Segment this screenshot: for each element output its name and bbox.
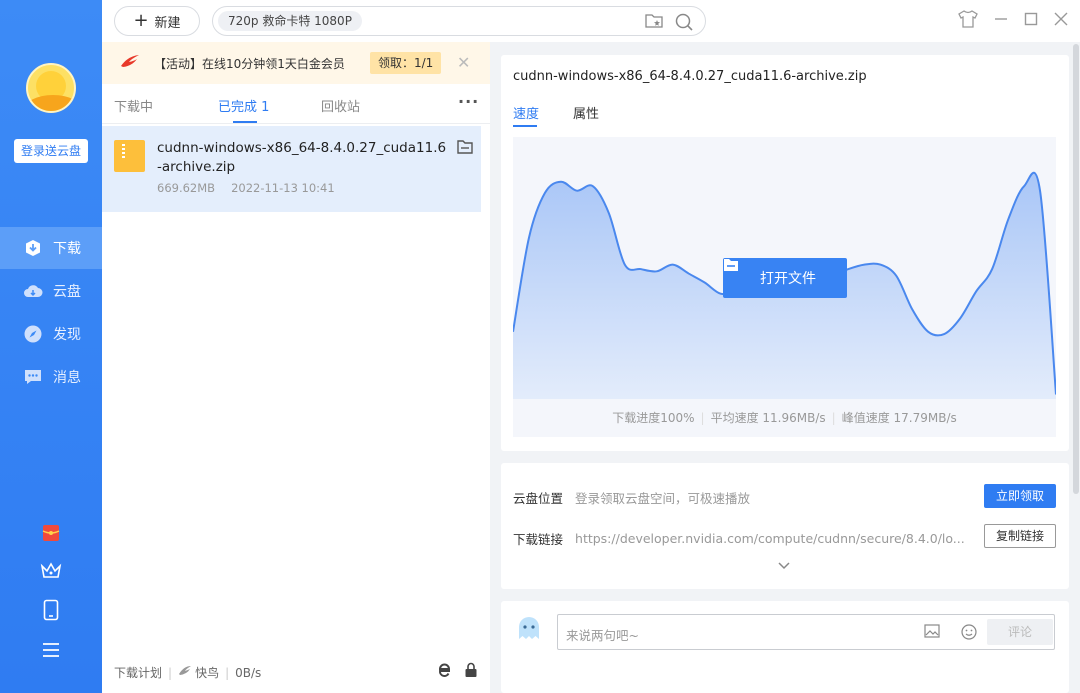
download-link-value[interactable]: https://developer.nvidia.com/compute/cud…: [575, 531, 965, 546]
cloud-location-label: 云盘位置: [513, 491, 564, 506]
search-tag[interactable]: 720p 救命卡特 1080P: [218, 11, 362, 31]
bird-logo-icon: [120, 54, 140, 73]
ghost-avatar-icon: [515, 615, 543, 647]
red-envelope-icon[interactable]: [0, 523, 102, 543]
detail-tab-indicator: [513, 125, 537, 127]
speed-chart: 打开文件 下载进度100% | 平均速度 11.96MB/s | 峰值速度 17.79M…: [513, 137, 1056, 437]
comment-card: 来说两句吧~ 评论: [501, 601, 1069, 693]
file-date: 2022-11-13 10:41: [231, 181, 335, 195]
file-name: cudnn-windows-x86_64-8.4.0.27_cuda11.6-a…: [157, 140, 447, 175]
comment-placeholder: 来说两句吧~: [566, 628, 639, 643]
nav-label: 下载: [53, 241, 81, 257]
image-icon[interactable]: [924, 624, 940, 642]
nav-item-cloud[interactable]: 云盘: [0, 270, 102, 312]
tab-downloading[interactable]: 下载中: [114, 96, 153, 115]
minimize-icon[interactable]: [994, 12, 1008, 30]
lock-icon[interactable]: [464, 662, 478, 681]
login-cloud-button[interactable]: 登录送云盘: [14, 139, 88, 163]
scrollbar-thumb[interactable]: [1073, 44, 1079, 494]
file-size: 669.62MB: [157, 181, 216, 195]
cloud-icon: [23, 281, 43, 301]
search-icon[interactable]: [675, 13, 693, 35]
claim-now-button[interactable]: 立即领取: [984, 484, 1056, 508]
kuainiao-icon: [178, 665, 192, 680]
menu-icon[interactable]: [0, 641, 102, 659]
plus-icon: +: [133, 10, 149, 31]
promo-text: 【活动】在线10分钟领1天白金会员: [154, 57, 345, 71]
nav-label: 云盘: [53, 284, 81, 300]
nav-label: 发现: [53, 327, 81, 343]
avatar[interactable]: [26, 63, 76, 113]
download-plan-link[interactable]: 下载计划: [114, 664, 162, 681]
comment-input[interactable]: 来说两句吧~ 评论: [557, 614, 1055, 650]
close-icon[interactable]: [1054, 12, 1068, 30]
list-item[interactable]: cudnn-windows-x86_64-8.4.0.27_cuda11.6-a…: [102, 126, 481, 212]
task-list-panel: 【活动】在线10分钟领1天白金会员 领取：1/1 ✕ 下载中 已完成 1 回收站…: [102, 42, 490, 693]
sidebar: 登录送云盘 下载 云盘 发现 消息: [0, 0, 102, 693]
tab-completed[interactable]: 已完成 1: [218, 96, 269, 115]
promo-claim-button[interactable]: 领取：1/1: [370, 52, 442, 74]
tab-indicator: [233, 121, 257, 123]
tab-speed[interactable]: 速度: [513, 103, 539, 122]
folder-star-icon[interactable]: [645, 13, 663, 35]
message-icon: [23, 367, 43, 387]
compass-icon: [23, 324, 43, 344]
info-card: 云盘位置 登录领取云盘空间，可极速播放 立即领取 下载链接 https://de…: [501, 463, 1069, 589]
tab-recycle-bin[interactable]: 回收站: [321, 96, 360, 115]
comment-submit-button[interactable]: 评论: [987, 619, 1053, 645]
emoji-icon[interactable]: [961, 624, 977, 644]
search-box[interactable]: 720p 救命卡特 1080P: [212, 6, 706, 36]
copy-link-button[interactable]: 复制链接: [984, 524, 1056, 548]
new-task-button[interactable]: + 新建: [114, 6, 200, 36]
browser-icon[interactable]: [436, 662, 452, 681]
nav-item-download[interactable]: 下载: [0, 227, 102, 269]
cloud-location-value: 登录领取云盘空间，可极速播放: [575, 491, 751, 506]
skin-icon[interactable]: [958, 10, 978, 32]
chevron-down-icon[interactable]: [777, 559, 791, 574]
speed-readout: 0B/s: [235, 665, 262, 680]
open-folder-icon[interactable]: [457, 140, 473, 158]
more-icon[interactable]: ···: [458, 92, 479, 111]
detail-title: cudnn-windows-x86_64-8.4.0.27_cuda11.6-a…: [513, 69, 867, 84]
nav-label: 消息: [53, 370, 81, 386]
file-meta: 669.62MB 2022-11-13 10:41: [157, 181, 335, 195]
open-file-button[interactable]: 打开文件: [723, 258, 847, 298]
maximize-icon[interactable]: [1024, 12, 1038, 30]
phone-icon[interactable]: [0, 599, 102, 621]
download-link-label: 下载链接: [513, 532, 564, 547]
left-footer: 下载计划 | 快鸟 | 0B/s: [114, 662, 480, 681]
avg-speed-text: 平均速度 11.96MB/s: [710, 411, 826, 425]
nav-item-discover[interactable]: 发现: [0, 313, 102, 355]
task-tabs: 下载中 已完成 1 回收站 ···: [102, 84, 490, 124]
top-bar: + 新建 720p 救命卡特 1080P: [102, 0, 1080, 42]
promo-close-icon[interactable]: ✕: [457, 53, 470, 72]
speed-stats: 下载进度100% | 平均速度 11.96MB/s | 峰值速度 17.79MB/s: [612, 411, 957, 425]
download-icon: [23, 238, 43, 258]
crown-icon[interactable]: [0, 561, 102, 581]
zip-file-icon: [114, 140, 145, 172]
scrollbar[interactable]: [1072, 42, 1080, 693]
tab-properties[interactable]: 属性: [573, 103, 599, 122]
peak-speed-text: 峰值速度 17.79MB/s: [841, 411, 957, 425]
promo-banner: 【活动】在线10分钟领1天白金会员 领取：1/1 ✕: [102, 42, 490, 84]
detail-card: cudnn-windows-x86_64-8.4.0.27_cuda11.6-a…: [501, 55, 1069, 451]
completed-count: 1: [261, 100, 270, 115]
kuainiao-label[interactable]: 快鸟: [195, 664, 219, 681]
nav-item-messages[interactable]: 消息: [0, 356, 102, 398]
progress-text: 下载进度100%: [612, 411, 695, 425]
